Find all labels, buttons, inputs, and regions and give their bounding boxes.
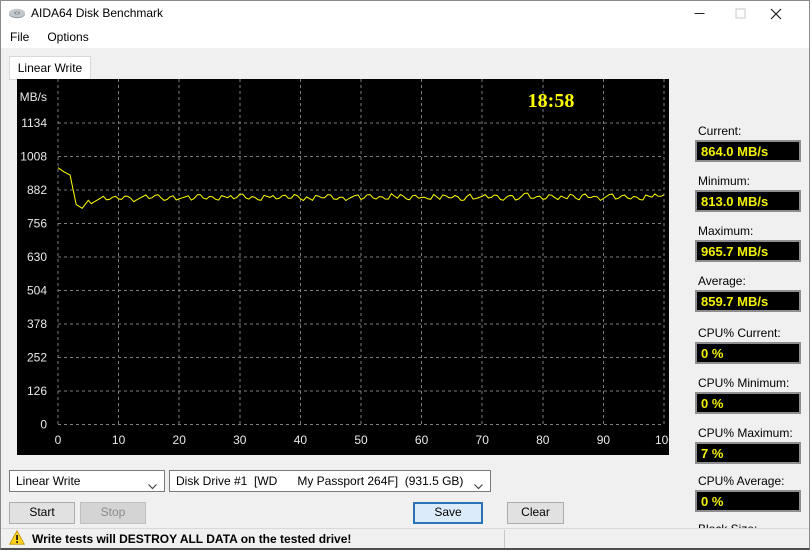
svg-text:70: 70 [476, 433, 490, 447]
svg-text:40: 40 [294, 433, 308, 447]
stat-value: 0 % [695, 342, 801, 364]
svg-text:50: 50 [354, 433, 368, 447]
stat-maximum: Maximum: 965.7 MB/s [695, 224, 803, 262]
menu-options[interactable]: Options [38, 27, 97, 47]
drive-value: Disk Drive #1 [WD My Passport 264F] (931… [176, 474, 464, 488]
stop-button[interactable]: Stop [80, 502, 146, 524]
svg-text:756: 756 [27, 216, 47, 230]
stat-label: CPU% Current: [698, 326, 781, 340]
svg-text:MB/s: MB/s [20, 90, 47, 104]
svg-text:20: 20 [173, 433, 187, 447]
minimize-button[interactable] [679, 1, 719, 26]
close-button[interactable] [756, 1, 796, 26]
stat-value: 813.0 MB/s [695, 190, 801, 212]
chevron-down-icon [474, 479, 483, 493]
clear-button[interactable]: Clear [507, 502, 564, 524]
chevron-down-icon [148, 479, 157, 493]
maximize-icon [735, 8, 745, 19]
svg-text:100 %: 100 % [655, 433, 669, 447]
menu-bar: File Options [1, 26, 809, 48]
stat-current: Current: 864.0 MB/s [695, 124, 803, 162]
svg-text:0: 0 [40, 418, 47, 432]
stat-value: 0 % [695, 490, 801, 512]
title-bar[interactable]: AIDA64 Disk Benchmark [1, 1, 809, 26]
svg-text:378: 378 [27, 317, 47, 331]
svg-text:30: 30 [233, 433, 247, 447]
stat-label: CPU% Minimum: [698, 376, 790, 390]
svg-text:10: 10 [112, 433, 126, 447]
svg-text:90: 90 [597, 433, 611, 447]
svg-text:126: 126 [27, 384, 47, 398]
svg-text:80: 80 [536, 433, 550, 447]
stat-value: 965.7 MB/s [695, 240, 801, 262]
statusbar-divider [504, 530, 505, 548]
status-bar: Write tests will DESTROY ALL DATA on the… [1, 528, 809, 548]
warning-icon [8, 529, 26, 548]
save-button[interactable]: Save [413, 502, 483, 524]
elapsed-time: 18:58 [528, 90, 575, 112]
stat-label: Minimum: [698, 174, 751, 188]
stat-value: 0 % [695, 392, 801, 414]
minimize-icon [694, 13, 704, 14]
drive-dropdown[interactable]: Disk Drive #1 [WD My Passport 264F] (931… [169, 470, 491, 492]
stats-panel: Current: 864.0 MB/s Minimum: 813.0 MB/s … [695, 48, 805, 548]
svg-text:504: 504 [27, 283, 47, 297]
menu-file[interactable]: File [1, 27, 38, 47]
stat-cpu-minimum: CPU% Minimum: 0 % [695, 376, 803, 414]
stat-label: CPU% Maximum: [698, 426, 793, 440]
svg-text:1008: 1008 [20, 149, 47, 163]
stat-label: Current: [698, 124, 742, 138]
app-window: AIDA64 Disk Benchmark File Options Linea… [0, 0, 810, 550]
svg-text:252: 252 [27, 350, 47, 364]
test-type-value: Linear Write [16, 474, 81, 488]
svg-text:882: 882 [27, 183, 47, 197]
warning-text: Write tests will DESTROY ALL DATA on the… [32, 532, 352, 546]
svg-text:630: 630 [27, 250, 47, 264]
work-area: Linear Write MB/s 1134 1008 882 756 630 504 378… [1, 48, 809, 548]
chart-container: MB/s 1134 1008 882 756 630 504 378 252 126 0 0 10 20 3… [17, 79, 669, 455]
benchmark-chart: MB/s 1134 1008 882 756 630 504 378 252 126 00 10 20 3… [20, 79, 669, 447]
stat-label: Maximum: [698, 224, 754, 238]
stat-minimum: Minimum: 813.0 MB/s [695, 174, 803, 212]
stat-label: CPU% Average: [698, 474, 785, 488]
stat-average: Average: 859.7 MB/s [695, 274, 803, 312]
stat-value: 7 % [695, 442, 801, 464]
test-type-dropdown[interactable]: Linear Write [9, 470, 165, 492]
stat-cpu-average: CPU% Average: 0 % [695, 474, 803, 512]
svg-text:60: 60 [415, 433, 429, 447]
stat-cpu-maximum: CPU% Maximum: 7 % [695, 426, 803, 464]
start-button[interactable]: Start [9, 502, 75, 524]
stat-cpu-current: CPU% Current: 0 % [695, 326, 803, 364]
tab-linear-write[interactable]: Linear Write [9, 56, 91, 80]
app-icon [8, 6, 26, 24]
stat-value: 864.0 MB/s [695, 140, 801, 162]
close-icon [770, 8, 782, 19]
stat-value: 859.7 MB/s [695, 290, 801, 312]
window-title: AIDA64 Disk Benchmark [31, 6, 164, 20]
stat-label: Average: [698, 274, 746, 288]
svg-text:0: 0 [55, 433, 62, 447]
svg-text:1134: 1134 [21, 116, 47, 130]
maximize-button [720, 1, 760, 26]
